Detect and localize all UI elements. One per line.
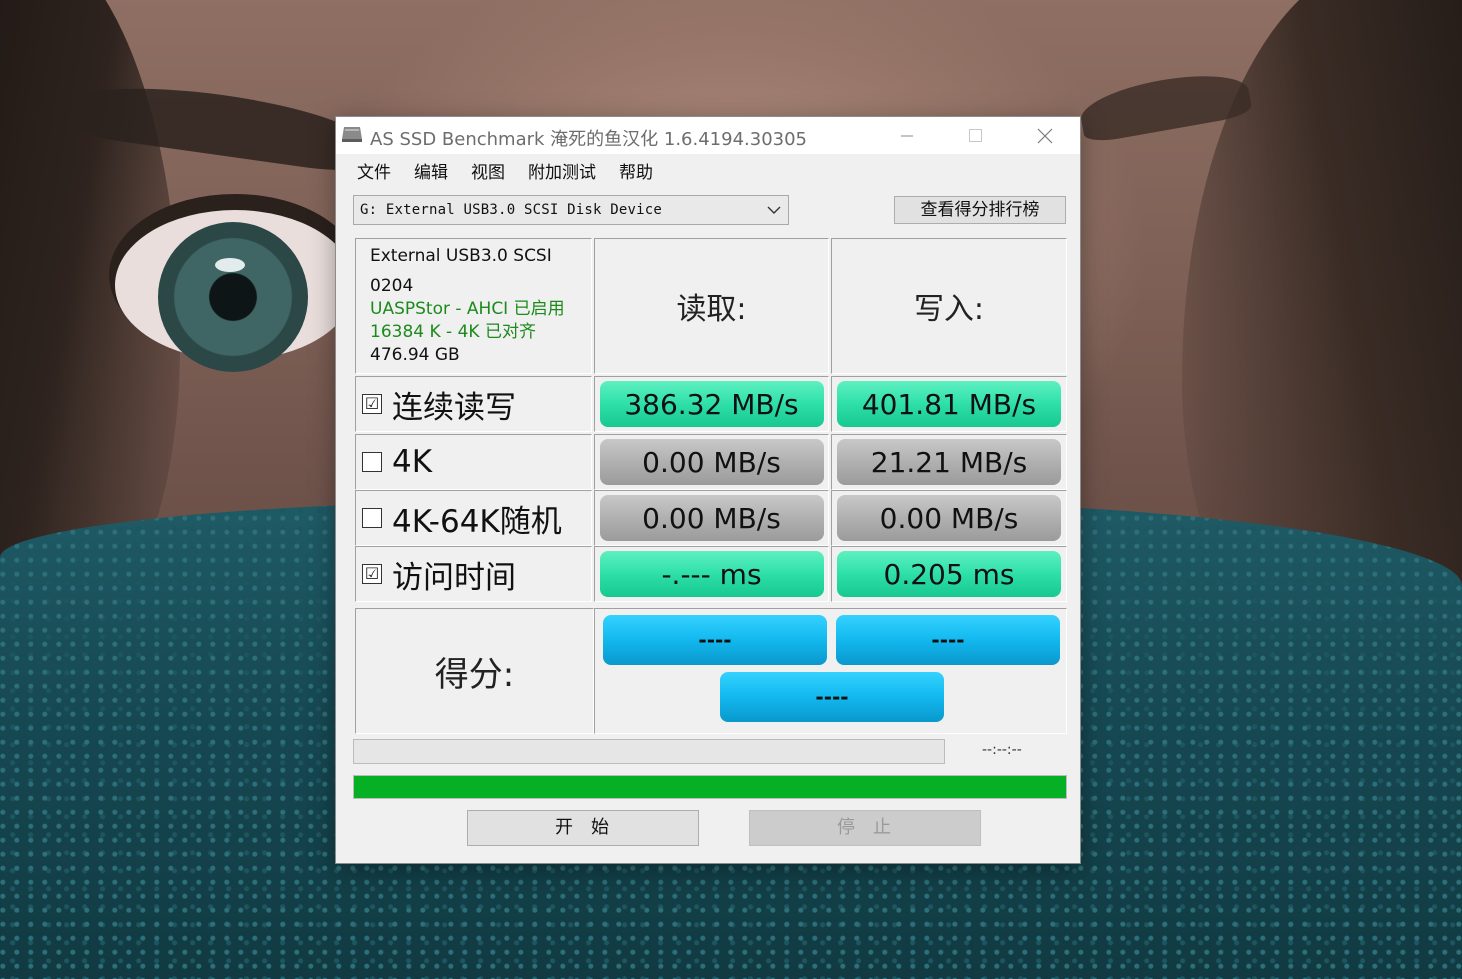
- score-panel: ---- ---- ----: [594, 608, 1067, 734]
- checkbox-4k-64[interactable]: [362, 508, 382, 528]
- checkbox-4k[interactable]: [362, 452, 382, 472]
- as-ssd-window: AS SSD Benchmark 淹死的鱼汉化 1.6.4194.30305 文…: [335, 116, 1081, 864]
- app-drive-icon: [342, 127, 362, 142]
- checkbox-seq[interactable]: ☑: [362, 394, 382, 414]
- menu-file[interactable]: 文件: [346, 159, 403, 187]
- overall-progress-fill: [354, 776, 1066, 798]
- stop-button[interactable]: 停止: [749, 810, 981, 846]
- wallpaper-eye-glint: [215, 258, 245, 272]
- maximize-icon: [968, 129, 982, 142]
- test-label-seq: 连续读写: [392, 389, 516, 426]
- test-row-label-4k[interactable]: 4K: [355, 434, 592, 490]
- result-access-write: 0.205 ms: [837, 551, 1061, 597]
- drive-select[interactable]: G: External USB3.0 SCSI Disk Device: [353, 195, 789, 225]
- result-4k-64-write: 0.00 MB/s: [837, 495, 1061, 541]
- test-row-label-access-time[interactable]: ☑ 访问时间: [355, 546, 592, 602]
- menu-edit[interactable]: 编辑: [403, 159, 460, 187]
- result-seq-read: 386.32 MB/s: [599, 381, 824, 427]
- drive-driver-status: UASPStor - AHCI 已启用: [370, 299, 565, 319]
- close-icon: [1037, 128, 1053, 143]
- checkbox-access-time[interactable]: ☑: [362, 564, 382, 584]
- write-column-header: 写入:: [831, 238, 1067, 374]
- score-total: ----: [720, 672, 944, 722]
- score-label: 得分:: [355, 608, 594, 734]
- drive-select-value: G: External USB3.0 SCSI Disk Device: [360, 202, 663, 218]
- result-access-read: -.--- ms: [599, 551, 824, 597]
- result-cell-4k-64-read: 0.00 MB/s: [594, 490, 829, 546]
- drive-capacity: 476.94 GB: [370, 345, 460, 365]
- menu-extra-tests[interactable]: 附加测试: [517, 159, 608, 187]
- elapsed-time: --:--:--: [982, 742, 1022, 758]
- minimize-button[interactable]: [884, 117, 930, 154]
- score-read: ----: [603, 615, 827, 665]
- result-cell-4k-64-write: 0.00 MB/s: [831, 490, 1067, 546]
- overall-progress-bar: [353, 775, 1067, 799]
- title-bar[interactable]: AS SSD Benchmark 淹死的鱼汉化 1.6.4194.30305: [336, 117, 1080, 154]
- maximize-button[interactable]: [952, 117, 998, 154]
- result-4k-write: 21.21 MB/s: [837, 439, 1061, 485]
- test-label-4k-64: 4K-64K随机: [392, 503, 562, 540]
- test-label-access-time: 访问时间: [392, 559, 516, 596]
- start-button[interactable]: 开始: [467, 810, 699, 846]
- chevron-down-icon: [767, 206, 781, 214]
- result-cell-access-write: 0.205 ms: [831, 546, 1067, 602]
- minimize-icon: [901, 135, 913, 136]
- window-title: AS SSD Benchmark 淹死的鱼汉化 1.6.4194.30305: [370, 129, 808, 150]
- drive-alignment-status: 16384 K - 4K 已对齐: [370, 322, 536, 342]
- wallpaper-iris: [158, 222, 308, 372]
- result-4k-read: 0.00 MB/s: [599, 439, 824, 485]
- result-cell-4k-write: 21.21 MB/s: [831, 434, 1067, 490]
- result-cell-seq-read: 386.32 MB/s: [594, 376, 829, 432]
- result-cell-access-read: -.--- ms: [594, 546, 829, 602]
- test-row-label-4k-64[interactable]: 4K-64K随机: [355, 490, 592, 546]
- test-row-label-seq[interactable]: ☑ 连续读写: [355, 376, 592, 432]
- menu-bar: 文件 编辑 视图 附加测试 帮助: [336, 157, 1080, 189]
- read-column-header: 读取:: [594, 238, 829, 374]
- test-label-4k: 4K: [392, 444, 433, 480]
- result-cell-4k-read: 0.00 MB/s: [594, 434, 829, 490]
- menu-view[interactable]: 视图: [460, 159, 517, 187]
- menu-help[interactable]: 帮助: [608, 159, 665, 187]
- view-ranking-button[interactable]: 查看得分排行榜: [894, 196, 1066, 224]
- test-progress-bar: [353, 739, 945, 764]
- drive-info-panel: External USB3.0 SCSI 0204 UASPStor - AHC…: [355, 238, 592, 374]
- result-4k-64-read: 0.00 MB/s: [599, 495, 824, 541]
- close-button[interactable]: [1022, 117, 1068, 154]
- drive-firmware: 0204: [370, 276, 414, 296]
- drive-model: External USB3.0 SCSI: [370, 246, 552, 266]
- result-cell-seq-write: 401.81 MB/s: [831, 376, 1067, 432]
- result-seq-write: 401.81 MB/s: [837, 381, 1061, 427]
- score-write: ----: [836, 615, 1060, 665]
- results-grid: External USB3.0 SCSI 0204 UASPStor - AHC…: [353, 238, 1067, 734]
